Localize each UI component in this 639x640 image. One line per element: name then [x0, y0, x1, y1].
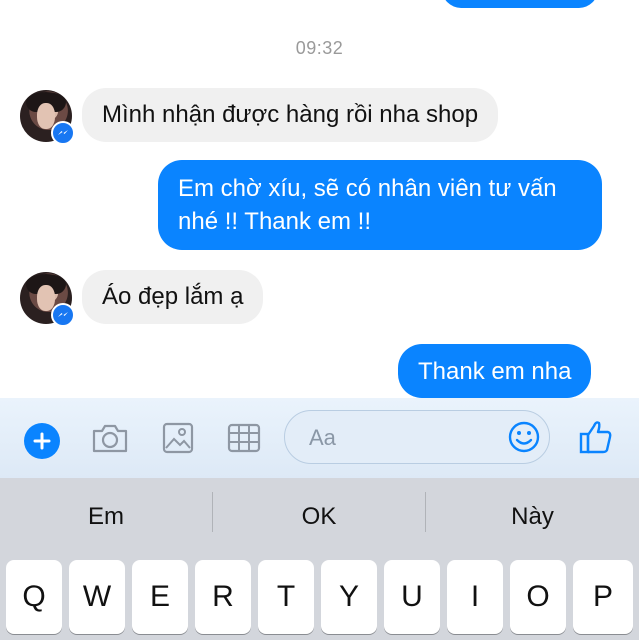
incoming-message[interactable]: Mình nhận được hàng rồi nha shop — [82, 88, 499, 142]
outgoing-message[interactable]: Em chờ xíu, sẽ có nhân viên tư vấn nhé !… — [158, 160, 602, 250]
chat-thread: 09:32 Mình nhận được hàng rồi nha shop E… — [0, 0, 639, 398]
message-text: Mình nhận được hàng rồi nha shop — [102, 101, 479, 128]
messenger-badge-icon — [51, 121, 75, 145]
message-text-line-1: Em chờ xíu, sẽ có nhân viên tư vấn — [178, 175, 557, 202]
key-e[interactable]: E — [132, 560, 188, 634]
key-t[interactable]: T — [258, 560, 314, 634]
plus-icon[interactable] — [24, 423, 60, 459]
contact-avatar[interactable] — [20, 90, 75, 145]
suggestion-1[interactable]: Em — [0, 478, 212, 556]
message-text: Thank em nha — [418, 357, 572, 385]
message-text-line-2: nhé !! Thank em !! — [178, 208, 371, 235]
emoji-icon[interactable] — [507, 420, 541, 454]
incoming-message[interactable]: Áo đẹp lắm ạ — [82, 270, 264, 324]
messenger-badge-icon — [51, 303, 75, 327]
key-i[interactable]: I — [447, 560, 503, 634]
image-icon[interactable] — [160, 420, 200, 456]
message-composer[interactable] — [284, 410, 550, 464]
key-w[interactable]: W — [69, 560, 125, 634]
suggestion-3[interactable]: Này — [426, 478, 639, 556]
key-u[interactable]: U — [384, 560, 440, 634]
key-y[interactable]: Y — [321, 560, 377, 634]
contact-avatar[interactable] — [20, 272, 75, 327]
thumbs-up-icon[interactable] — [578, 418, 614, 456]
key-p[interactable]: P — [573, 560, 633, 634]
message-text: Áo đẹp lắm ạ — [102, 283, 244, 310]
grid-icon[interactable] — [226, 420, 266, 456]
outgoing-message[interactable]: Thank em nha — [398, 344, 592, 398]
message-timestamp: 09:32 — [295, 38, 344, 58]
key-q[interactable]: Q — [6, 560, 62, 634]
key-o[interactable]: O — [510, 560, 566, 634]
previous-message-bubble[interactable] — [442, 0, 598, 8]
message-input[interactable] — [307, 423, 501, 453]
suggestion-2[interactable]: OK — [213, 478, 425, 556]
key-r[interactable]: R — [195, 560, 251, 634]
camera-icon[interactable] — [90, 420, 130, 456]
